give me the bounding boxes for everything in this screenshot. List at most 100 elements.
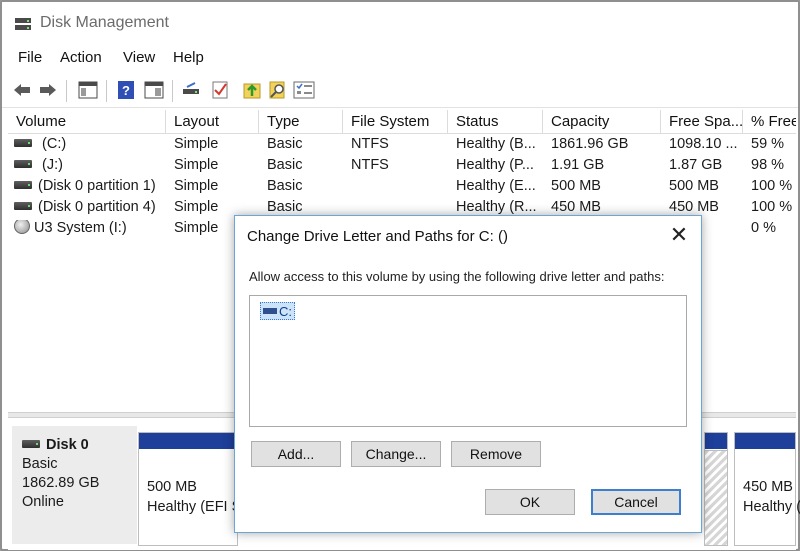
partition-status: Healthy (EFI S	[147, 499, 242, 515]
cell-volume: (Disk 0 partition 4)	[14, 199, 164, 215]
column-header-layout[interactable]: Layout	[166, 110, 259, 134]
cell-capacity: 450 MB	[551, 199, 601, 215]
partition-hatch	[704, 450, 728, 546]
cell-type: Basic	[267, 178, 303, 194]
menu-file[interactable]: File	[18, 49, 42, 66]
drive-icon	[14, 139, 32, 148]
column-header-type[interactable]: Type	[259, 110, 343, 134]
cell-volume: (C:)	[14, 136, 164, 152]
table-row[interactable]: (Disk 0 partition 1) Simple Basic Health…	[8, 177, 796, 198]
column-header-percent-free[interactable]: % Free	[743, 110, 796, 134]
partition-efi[interactable]: 500 MB Healthy (EFI S	[138, 432, 241, 546]
cell-layout: Simple	[174, 136, 219, 152]
partition-text: 500 MB Healthy (EFI S	[147, 477, 241, 517]
cancel-button[interactable]: Cancel	[591, 489, 681, 515]
toolbar-separator	[66, 80, 67, 102]
drive-letter-list[interactable]: C:	[249, 295, 687, 427]
list-view-icon[interactable]	[292, 78, 316, 102]
partition-recovery[interactable]: 450 MB Healthy (	[734, 432, 800, 546]
table-row[interactable]: (J:) Simple Basic NTFS Healthy (P... 1.9…	[8, 156, 796, 177]
help-icon[interactable]: ?	[114, 78, 138, 102]
back-arrow-icon[interactable]	[10, 78, 34, 102]
connect-drive-icon[interactable]	[180, 78, 204, 102]
partition-status: Healthy (	[743, 499, 800, 515]
toolbar: ?	[2, 74, 798, 108]
disk-size: 1862.89 GB	[22, 475, 100, 491]
cell-percent-free: 0 %	[751, 220, 776, 236]
cell-status: Healthy (R...	[456, 199, 537, 215]
properties-icon[interactable]	[142, 78, 166, 102]
menu-action[interactable]: Action	[60, 49, 102, 66]
partition-header-bar	[735, 433, 795, 449]
drive-icon	[263, 308, 277, 314]
dialog-title: Change Drive Letter and Paths for C: ()	[247, 228, 508, 245]
cell-capacity: 1.91 GB	[551, 157, 605, 173]
cell-percent-free: 100 %	[751, 199, 793, 215]
search-icon[interactable]	[266, 78, 290, 102]
cell-layout: Simple	[174, 157, 219, 173]
cell-capacity: 500 MB	[551, 178, 601, 194]
menu-help[interactable]: Help	[173, 49, 204, 66]
column-header-volume[interactable]: Volume	[8, 110, 166, 134]
change-drive-letter-dialog: Change Drive Letter and Paths for C: () …	[234, 215, 702, 533]
cell-percent-free: 98 %	[751, 157, 785, 173]
column-header-file-system[interactable]: File System	[343, 110, 448, 134]
cell-volume: (J:)	[14, 157, 164, 173]
svg-text:?: ?	[122, 83, 130, 98]
cell-free-space: 1.87 GB	[669, 157, 723, 173]
add-button[interactable]: Add...	[251, 441, 341, 467]
show-hide-console-tree-icon[interactable]	[76, 78, 100, 102]
menu-view[interactable]: View	[123, 49, 155, 66]
drive-icon	[14, 181, 32, 190]
partition-header-bar	[139, 433, 237, 449]
table-row[interactable]: (C:) Simple Basic NTFS Healthy (B... 186…	[8, 135, 796, 156]
drive-icon	[14, 202, 32, 211]
disk-management-window: Disk Management File Action View Help ?	[0, 0, 800, 551]
partition-size: 500 MB	[147, 479, 197, 495]
partition-header-bar	[705, 433, 727, 449]
list-item[interactable]: C:	[260, 302, 295, 320]
ok-button[interactable]: OK	[485, 489, 575, 515]
remove-button[interactable]: Remove	[451, 441, 541, 467]
drive-icon	[14, 160, 32, 169]
disk-0-label[interactable]: Disk 0 Basic 1862.89 GB Online	[12, 426, 137, 544]
rescan-icon[interactable]	[240, 78, 264, 102]
list-item-label: C:	[279, 303, 292, 319]
cell-layout: Simple	[174, 199, 219, 215]
column-header-capacity[interactable]: Capacity	[543, 110, 661, 134]
cell-status: Healthy (P...	[456, 157, 534, 173]
cell-volume: U3 System (I:)	[14, 220, 164, 236]
cell-free-space: 450 MB	[669, 199, 719, 215]
cell-layout: Simple	[174, 178, 219, 194]
cell-volume: (Disk 0 partition 1)	[14, 178, 164, 194]
close-icon[interactable]: ✕	[667, 224, 691, 248]
cell-percent-free: 100 %	[751, 178, 793, 194]
toolbar-separator	[172, 80, 173, 102]
cell-free-space: 1098.10 ...	[669, 136, 738, 152]
partition-text: 450 MB Healthy (	[743, 477, 800, 517]
dialog-description: Allow access to this volume by using the…	[249, 269, 665, 284]
cell-type: Basic	[267, 157, 303, 173]
title-bar: Disk Management	[2, 2, 798, 46]
disk-icon	[22, 440, 40, 449]
check-icon[interactable]	[208, 78, 232, 102]
window-title: Disk Management	[40, 14, 169, 31]
disk-type: Basic	[22, 456, 58, 472]
u3-drive-icon	[14, 220, 30, 235]
cell-status: Healthy (B...	[456, 136, 536, 152]
cell-capacity: 1861.96 GB	[551, 136, 629, 152]
cell-type: Basic	[267, 136, 303, 152]
forward-arrow-icon[interactable]	[36, 78, 60, 102]
change-button[interactable]: Change...	[351, 441, 441, 467]
column-header-status[interactable]: Status	[448, 110, 543, 134]
disk-state: Online	[22, 494, 64, 510]
toolbar-separator	[106, 80, 107, 102]
cell-free-space: 500 MB	[669, 178, 719, 194]
cell-status: Healthy (E...	[456, 178, 536, 194]
cell-layout: Simple	[174, 220, 219, 236]
cell-file-system: NTFS	[351, 136, 389, 152]
column-header-free-space[interactable]: Free Spa...	[661, 110, 743, 134]
disk-name: Disk 0	[46, 437, 89, 453]
cell-file-system: NTFS	[351, 157, 389, 173]
disk-management-app-icon	[14, 16, 32, 32]
